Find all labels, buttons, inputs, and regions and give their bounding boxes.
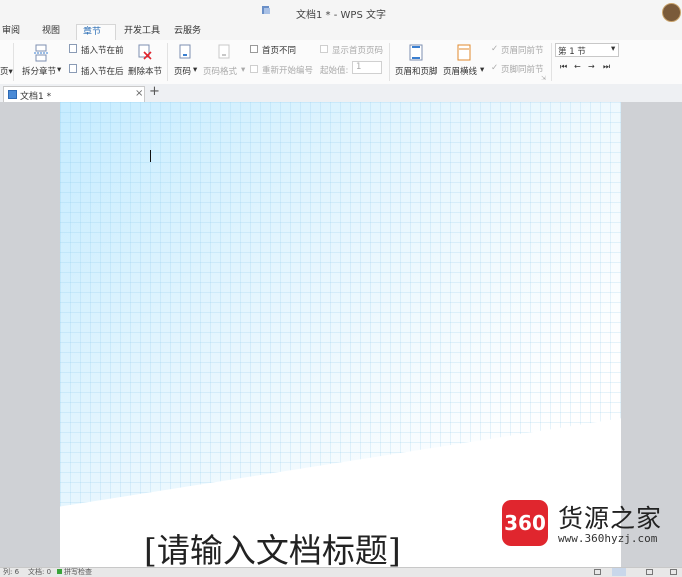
start-value-input[interactable]: 1 (352, 61, 382, 74)
header-line-icon (457, 44, 471, 61)
ribbon-divider (551, 43, 552, 81)
ribbon-overflow-left[interactable]: 页▾ (0, 65, 13, 77)
header-same-as-prev-button[interactable]: 页眉同前节 (501, 44, 544, 56)
show-first-page-number-checkbox[interactable] (320, 45, 328, 53)
header-same-as-prev-check-icon: ✓ (491, 44, 499, 54)
previous-section-icon[interactable]: ← (574, 62, 581, 71)
next-section-icon[interactable]: → (588, 62, 595, 71)
insert-before-icon (69, 44, 77, 53)
document-tab-label: 文档1 * (20, 92, 52, 102)
insert-after-icon (69, 64, 77, 73)
watermark-badge: 360 (502, 500, 548, 546)
delete-section-icon (138, 44, 152, 60)
ribbon-divider (13, 43, 14, 81)
first-page-different-label: 首页不同 (262, 46, 297, 56)
watermark: 360 货源之家 www.360hyzj.com (498, 496, 682, 552)
document-icon (8, 90, 17, 99)
watermark-name: 货源之家 (558, 504, 663, 533)
web-view-icon[interactable] (646, 569, 653, 575)
page-number-format-dropdown-arrow[interactable]: ▾ (241, 65, 245, 75)
page-number-format-button[interactable]: 页码格式 (203, 65, 237, 77)
watermark-url: www.360hyzj.com (558, 532, 658, 545)
split-section-dropdown-arrow[interactable]: ▾ (57, 65, 61, 75)
insert-before-button[interactable]: 插入节在前 (81, 44, 124, 56)
split-section-icon (34, 44, 48, 62)
show-first-page-number-label: 显示首页页码 (332, 46, 384, 56)
start-value-label: 起始值: (320, 66, 349, 76)
window-title: 文档1 * - WPS 文字 (296, 10, 386, 21)
page-number-icon (179, 44, 191, 59)
document-tab[interactable]: 文档1 * × (3, 86, 145, 102)
footer-same-as-prev-button[interactable]: 页脚同前节 (501, 63, 544, 75)
header-line-button[interactable]: 页眉横线 (443, 65, 477, 77)
tab-section[interactable]: 章节 (76, 24, 116, 40)
restart-numbering-label: 重新开始编号 (262, 66, 314, 76)
first-page-different-checkbox[interactable] (250, 45, 258, 53)
ribbon-divider (389, 43, 390, 81)
ribbon-group-expand-icon[interactable]: ⇲ (541, 75, 546, 82)
new-tab-icon[interactable]: + (149, 84, 160, 99)
delete-section-button[interactable]: 删除本节 (128, 65, 162, 77)
header-footer-icon (409, 44, 423, 61)
last-section-icon[interactable]: ⏭ (603, 62, 610, 72)
header-footer-button[interactable]: 页眉和页脚 (395, 65, 438, 77)
read-view-icon[interactable] (670, 569, 677, 575)
chevron-down-icon: ▾ (611, 44, 616, 54)
ribbon-divider (167, 43, 168, 81)
split-section-button[interactable]: 拆分章节 (22, 65, 56, 77)
ribbon-toolbar: 页▾ 拆分章节 ▾ 插入节在前 插入节在后 删除本节 页码 ▾ 页码格式 ▾ 首… (0, 40, 682, 85)
spell-check-icon (57, 569, 62, 574)
section-select-value: 第 1 节 (558, 47, 586, 57)
text-cursor (150, 150, 151, 162)
tab-view[interactable]: 视图 (36, 24, 66, 40)
page-number-button[interactable]: 页码 (174, 65, 191, 77)
user-avatar[interactable] (662, 3, 681, 22)
document-title-placeholder[interactable]: [请输入文档标题] (144, 524, 401, 567)
page-number-dropdown-arrow[interactable]: ▾ (193, 65, 197, 75)
page-number-format-icon (218, 44, 230, 59)
section-select[interactable]: 第 1 节 ▾ (555, 43, 619, 57)
document-tab-bar: 文档1 * × + (0, 84, 682, 103)
tab-review[interactable]: 审阅 (0, 24, 26, 40)
close-icon[interactable]: × (135, 88, 143, 99)
title-bar: 文档1 * - WPS 文字 (0, 0, 682, 24)
first-section-icon[interactable]: ⏮ (560, 62, 567, 72)
insert-after-button[interactable]: 插入节在后 (81, 65, 124, 77)
tab-cloud[interactable]: 云服务 (168, 24, 207, 40)
view-mode-icon[interactable] (594, 569, 601, 575)
tab-developer[interactable]: 开发工具 (118, 24, 166, 40)
menu-bar: 审阅 视图 章节 开发工具 云服务 (0, 24, 682, 40)
header-line-dropdown-arrow[interactable]: ▾ (480, 65, 484, 75)
footer-same-as-prev-check-icon: ✓ (491, 63, 499, 73)
restart-numbering-checkbox[interactable] (250, 65, 258, 73)
page-view-icon[interactable] (612, 568, 626, 576)
